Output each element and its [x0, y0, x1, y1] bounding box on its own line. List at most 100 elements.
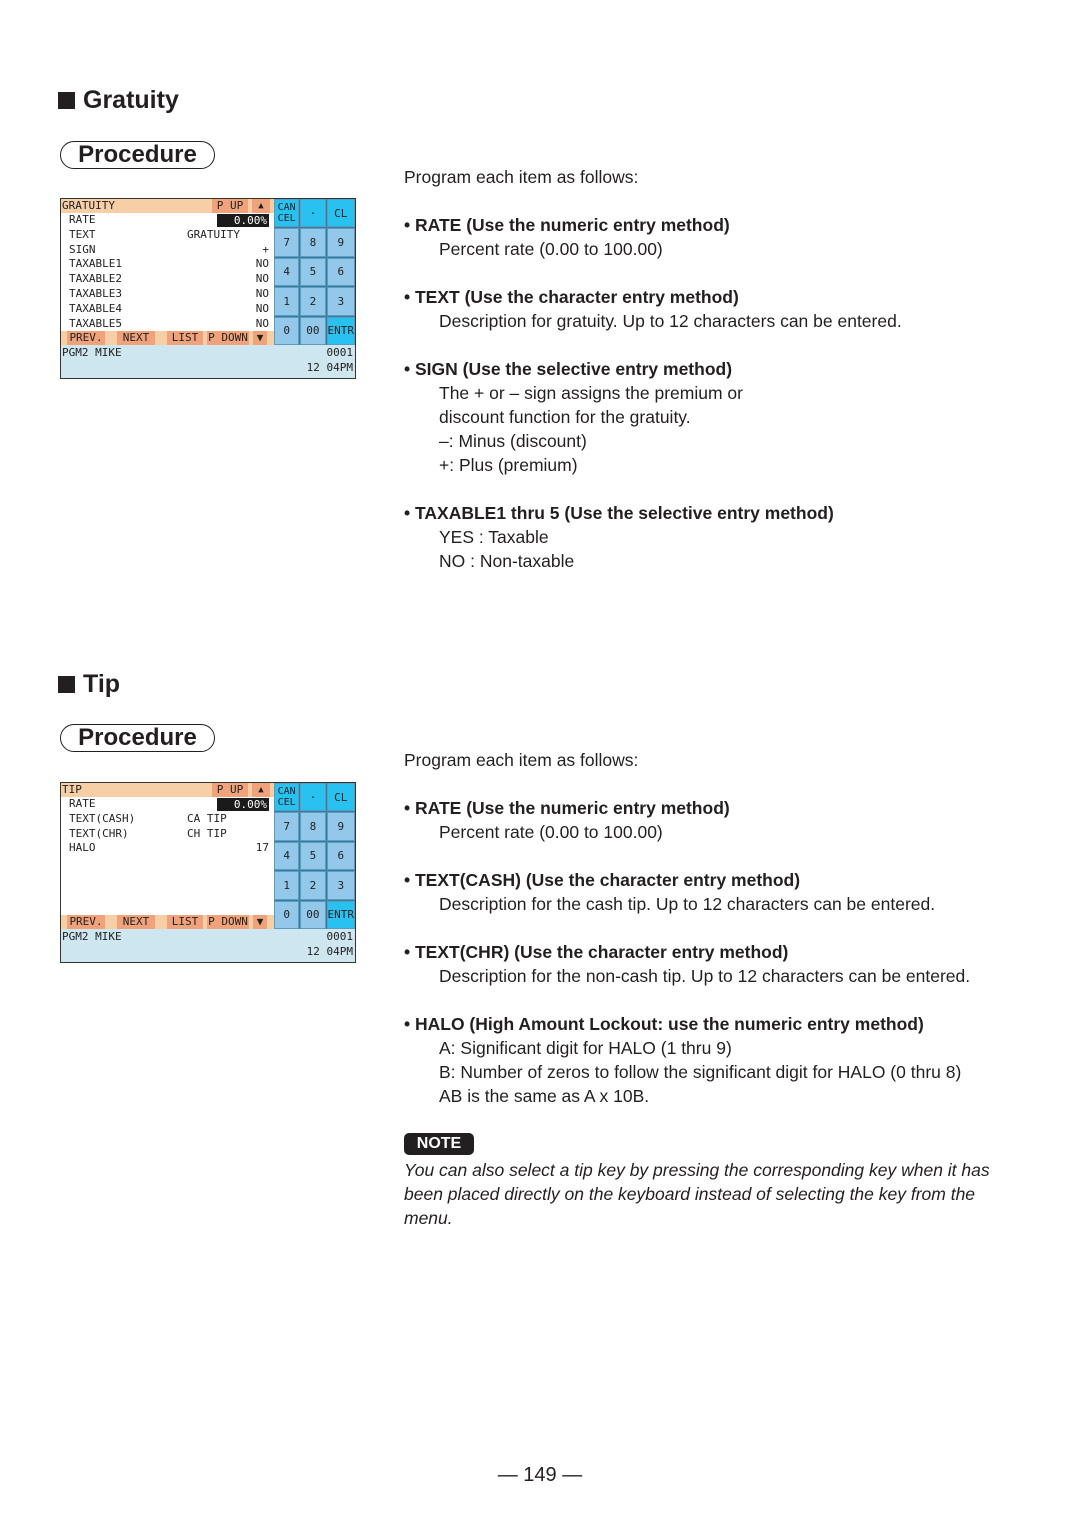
- setting-row[interactable]: TAXABLE4 NO: [69, 302, 269, 317]
- page-down-button[interactable]: P DOWN: [207, 915, 249, 929]
- settings-list: RATE TEXT GRATUITY SIGN + TAXABLE1 NO TAXABLE2 N…: [69, 213, 269, 331]
- key-decimal[interactable]: ·: [300, 783, 326, 812]
- operator-mode: PGM2 MIKE: [62, 930, 122, 943]
- item-description: AB is the same as A x 10B.: [439, 1086, 650, 1106]
- scroll-up-arrow-icon[interactable]: ▲: [252, 199, 270, 213]
- key-9[interactable]: 9: [326, 228, 355, 257]
- item-description: Description for the non-cash tip. Up to …: [439, 966, 971, 986]
- setting-label: RATE: [69, 797, 96, 810]
- key-decimal[interactable]: ·: [300, 199, 326, 228]
- key-label: CAN: [277, 786, 296, 798]
- item-description: –: Minus (discount): [439, 431, 587, 451]
- item-description: YES : Taxable: [439, 527, 549, 547]
- key-cl[interactable]: CL: [326, 199, 355, 228]
- key-entr[interactable]: ENTR: [326, 900, 355, 929]
- setting-row[interactable]: TEXT(CASH) CA TIP: [69, 812, 269, 827]
- key-00[interactable]: 00: [300, 316, 326, 345]
- scroll-up-arrow-icon[interactable]: ▲: [252, 783, 270, 797]
- setting-row[interactable]: TAXABLE3 NO: [69, 287, 269, 302]
- key-3[interactable]: 3: [326, 871, 355, 900]
- setting-value: 17: [255, 841, 269, 855]
- setting-label: TAXABLE2: [69, 272, 122, 286]
- setting-label: TAXABLE1: [69, 257, 122, 271]
- item-heading: • HALO (High Amount Lockout: use the num…: [404, 1014, 924, 1034]
- list-button[interactable]: LIST: [167, 331, 203, 345]
- rate-value-field[interactable]: 0.00%: [217, 798, 269, 811]
- item-description: The + or – sign assigns the premium or: [439, 383, 743, 403]
- setting-label: HALO: [69, 841, 96, 855]
- key-3[interactable]: 3: [326, 287, 355, 316]
- setting-label: TEXT(CASH): [69, 811, 136, 825]
- key-5[interactable]: 5: [300, 841, 326, 871]
- next-button[interactable]: NEXT: [117, 331, 155, 345]
- machine-number: 0001: [326, 930, 354, 943]
- setting-row[interactable]: TAXABLE5 NO: [69, 317, 269, 332]
- gratuity-instructions: Program each item as follows: • RATE (Use…: [404, 165, 902, 597]
- key-7[interactable]: 7: [274, 812, 300, 841]
- page-up-button[interactable]: P UP: [212, 783, 248, 797]
- key-entr[interactable]: ENTR: [326, 316, 355, 345]
- key-9[interactable]: 9: [326, 812, 355, 841]
- key-cancel[interactable]: CAN CEL: [274, 783, 300, 812]
- screen-title: GRATUITY: [62, 199, 115, 212]
- item-description: discount function for the gratuity.: [439, 407, 691, 427]
- key-00[interactable]: 00: [300, 900, 326, 929]
- item-description: A: Significant digit for HALO (1 thru 9): [439, 1038, 732, 1058]
- screen-title: TIP: [62, 783, 82, 796]
- item-description: NO : Non-taxable: [439, 551, 575, 571]
- prev-button[interactable]: PREV.: [67, 915, 105, 929]
- setting-row[interactable]: HALO 17: [69, 841, 269, 856]
- tip-pos-screen: TIP P UP ▲ RATE TEXT(CASH) CA TIP TEXT(CHR) CH …: [60, 782, 356, 963]
- key-0[interactable]: 0: [274, 316, 300, 345]
- item-description: +: Plus (premium): [439, 455, 578, 475]
- rate-value-field[interactable]: 0.00%: [217, 214, 269, 227]
- key-cl[interactable]: CL: [326, 783, 355, 812]
- clock-time: 12 04PM: [306, 361, 353, 374]
- key-8[interactable]: 8: [300, 228, 326, 257]
- setting-text-value: CH TIP: [187, 826, 227, 840]
- tip-section-title: Tip: [58, 670, 120, 699]
- key-2[interactable]: 2: [300, 287, 326, 316]
- key-4[interactable]: 4: [274, 841, 300, 871]
- scroll-down-arrow-icon[interactable]: ▼: [253, 331, 267, 345]
- item-description: Percent rate (0.00 to 100.00): [439, 822, 663, 842]
- key-1[interactable]: 1: [274, 287, 300, 316]
- key-label: CEL: [277, 213, 296, 225]
- setting-row[interactable]: TAXABLE2 NO: [69, 272, 269, 287]
- key-2[interactable]: 2: [300, 871, 326, 900]
- setting-row[interactable]: TEXT(CHR) CH TIP: [69, 827, 269, 842]
- list-button[interactable]: LIST: [167, 915, 203, 929]
- setting-row[interactable]: SIGN +: [69, 243, 269, 258]
- key-4[interactable]: 4: [274, 257, 300, 287]
- setting-row[interactable]: TAXABLE1 NO: [69, 257, 269, 272]
- machine-number: 0001: [326, 346, 354, 359]
- setting-value: NO: [255, 316, 269, 330]
- scroll-down-arrow-icon[interactable]: ▼: [253, 915, 267, 929]
- key-8[interactable]: 8: [300, 812, 326, 841]
- numeric-keypad: CAN CEL · CL 7 8 9 4 5 6 1 2 3 0 00 ENTR: [274, 783, 355, 929]
- key-5[interactable]: 5: [300, 257, 326, 287]
- key-cancel[interactable]: CAN CEL: [274, 199, 300, 228]
- setting-label: TEXT: [69, 227, 96, 241]
- operator-mode: PGM2 MIKE: [62, 346, 122, 359]
- page-up-button[interactable]: P UP: [212, 199, 248, 213]
- key-7[interactable]: 7: [274, 228, 300, 257]
- item-heading: • RATE (Use the numeric entry method): [404, 798, 730, 818]
- key-0[interactable]: 0: [274, 900, 300, 929]
- page-down-button[interactable]: P DOWN: [207, 331, 249, 345]
- setting-row[interactable]: TEXT GRATUITY: [69, 228, 269, 243]
- prev-button[interactable]: PREV.: [67, 331, 105, 345]
- next-button[interactable]: NEXT: [117, 915, 155, 929]
- tip-procedure-label: Procedure: [60, 724, 215, 752]
- key-6[interactable]: 6: [326, 257, 355, 287]
- note-badge: NOTE: [404, 1133, 474, 1155]
- key-6[interactable]: 6: [326, 841, 355, 871]
- status-bar: PGM2 MIKE 0001 12 04PM: [61, 929, 355, 962]
- key-1[interactable]: 1: [274, 871, 300, 900]
